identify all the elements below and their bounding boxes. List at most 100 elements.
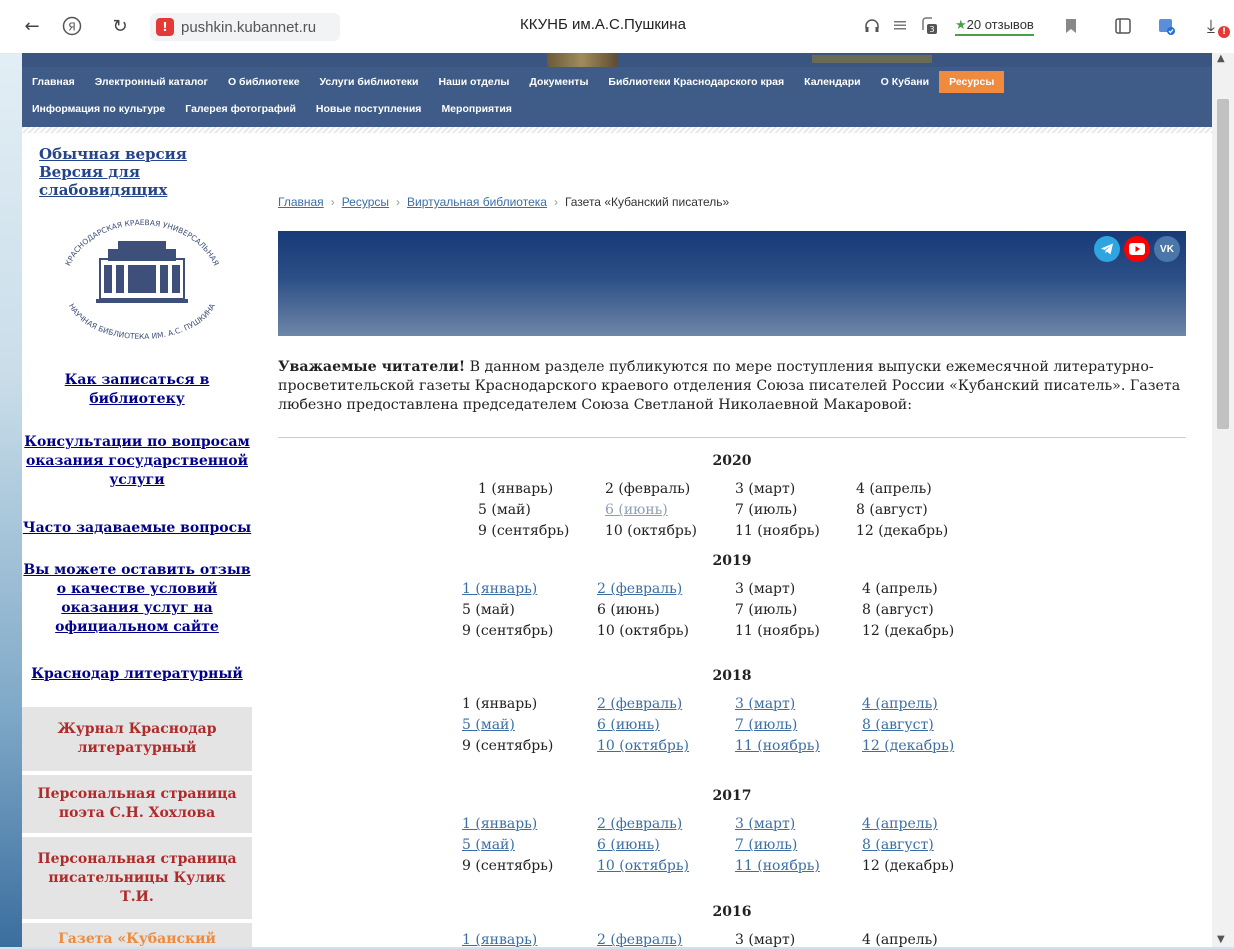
issue-link[interactable]: 3 (март) <box>735 696 795 712</box>
page-scrollbar[interactable]: ▲ ▼ <box>1212 53 1234 947</box>
download-badge: ! <box>1218 26 1230 38</box>
reviews-link[interactable]: ★20 отзывов <box>955 17 1034 36</box>
svg-text:Я: Я <box>68 21 76 34</box>
issue-link[interactable]: 7 (июль) <box>735 837 797 853</box>
issue-link[interactable]: 11 (ноябрь) <box>735 738 820 754</box>
year-heading: 2020 <box>712 453 752 469</box>
nav-item-about[interactable]: О библиотеке <box>218 71 310 93</box>
nav-item-kuban[interactable]: О Кубани <box>871 71 939 93</box>
scroll-up-arrow-icon[interactable]: ▲ <box>1217 53 1225 64</box>
issue-label: 9 (сентябрь) <box>462 623 554 639</box>
nav-item-documents[interactable]: Документы <box>519 71 598 93</box>
headphones-icon[interactable] <box>862 14 882 38</box>
reader-mode-icon[interactable] <box>890 14 910 38</box>
breadcrumb-separator-icon: › <box>330 195 335 209</box>
issue-label: 10 (октябрь) <box>597 623 689 639</box>
intro-paragraph: Уважаемые читатели! В данном разделе пуб… <box>278 358 1188 415</box>
issue-link[interactable]: 2 (февраль) <box>597 696 682 712</box>
feedback-link[interactable]: Вы можете оставить отзыв о качестве усло… <box>22 561 252 637</box>
address-bar[interactable]: ! pushkin.kubannet.ru <box>150 13 340 41</box>
year-heading: 2017 <box>712 788 752 804</box>
telegram-icon[interactable] <box>1094 236 1120 262</box>
issue-link[interactable]: 8 (август) <box>862 837 934 853</box>
nav-item-resources[interactable]: Ресурсы <box>939 71 1005 93</box>
nav-item-home[interactable]: Главная <box>22 71 85 93</box>
library-logo[interactable]: КРАСНОДАРСКАЯ КРАЕВАЯ УНИВЕРСАЛЬНАЯ НАУЧ… <box>52 215 232 345</box>
header-gold-text <box>812 55 932 63</box>
normal-version-link[interactable]: Обычная версия <box>39 145 252 163</box>
reload-icon[interactable]: ↻ <box>108 14 132 38</box>
nav-item-libraries[interactable]: Библиотеки Краснодарского края <box>598 71 794 93</box>
issue-link[interactable]: 11 (ноябрь) <box>735 858 820 874</box>
issue-label: 9 (сентябрь) <box>478 523 570 539</box>
page-content: Обычная версия Версия для слабовидящих К… <box>22 133 1212 948</box>
issue-label: 8 (август) <box>862 602 934 618</box>
nav-item-services[interactable]: Услуги библиотеки <box>310 71 429 93</box>
nav-item-calendars[interactable]: Календари <box>794 71 870 93</box>
issue-link[interactable]: 2 (февраль) <box>597 932 682 948</box>
issue-link[interactable]: 2 (февраль) <box>597 581 682 597</box>
collections-icon[interactable] <box>1112 14 1134 38</box>
section-divider <box>278 437 1186 438</box>
nav-item-events[interactable]: Мероприятия <box>431 98 521 120</box>
krasnodar-literary-link[interactable]: Краснодар литературный <box>22 665 252 684</box>
issue-link[interactable]: 7 (июль) <box>735 717 797 733</box>
sidebar-box-newspaper[interactable]: Газета «Кубанский <box>22 921 252 947</box>
issue-link[interactable]: 8 (август) <box>862 717 934 733</box>
security-warning-icon[interactable]: ! <box>156 18 174 36</box>
issue-label: 3 (март) <box>735 581 796 597</box>
nav-item-new-arrivals[interactable]: Новые поступления <box>306 98 432 120</box>
star-icon: ★ <box>955 17 967 32</box>
issue-link[interactable]: 2 (февраль) <box>597 816 682 832</box>
sidebar-box-journal[interactable]: Журнал Краснодар литературный <box>22 705 252 771</box>
issue-link[interactable]: 1 (январь) <box>462 581 537 597</box>
breadcrumb-home[interactable]: Главная <box>278 195 324 209</box>
issue-link[interactable]: 4 (апрель) <box>862 696 938 712</box>
issue-label: 4 (апрель) <box>856 481 932 497</box>
issue-link[interactable]: 6 (июнь) <box>605 502 668 518</box>
issue-link[interactable]: 10 (октябрь) <box>597 858 689 874</box>
profile-sync-icon[interactable] <box>1155 14 1179 38</box>
issue-link[interactable]: 3 (март) <box>735 816 795 832</box>
breadcrumb-separator-icon: › <box>396 195 401 209</box>
site-navigation: Главная Электронный каталог О библиотеке… <box>22 53 1212 127</box>
issue-label: 3 (март) <box>735 481 796 497</box>
issue-link[interactable]: 1 (январь) <box>462 932 537 948</box>
bookmark-icon[interactable] <box>1063 14 1079 38</box>
low-vision-version-link[interactable]: Версия для слабовидящих <box>39 163 252 199</box>
issue-link[interactable]: 10 (октябрь) <box>597 738 689 754</box>
nav-item-catalog[interactable]: Электронный каталог <box>85 71 218 93</box>
issue-label: 11 (ноябрь) <box>735 523 820 539</box>
yandex-logo-icon[interactable]: Я <box>58 14 86 38</box>
breadcrumb-resources[interactable]: Ресурсы <box>342 195 389 209</box>
issue-link[interactable]: 12 (декабрь) <box>862 738 954 754</box>
nav-item-gallery[interactable]: Галерея фотографий <box>175 98 306 120</box>
tabs-icon[interactable]: 3 <box>918 14 940 38</box>
issue-link[interactable]: 6 (июнь) <box>597 717 660 733</box>
issue-label: 7 (июль) <box>735 602 798 618</box>
signup-link[interactable]: Как записаться в библиотеку <box>22 371 252 409</box>
youtube-icon[interactable] <box>1124 236 1150 262</box>
nav-item-culture-info[interactable]: Информация по культуре <box>22 98 175 120</box>
faq-link[interactable]: Часто задаваемые вопросы <box>22 519 252 538</box>
version-switcher: Обычная версия Версия для слабовидящих <box>39 145 252 199</box>
sidebar-box-khokhlov[interactable]: Персональная страница поэта С.Н. Хохлова <box>22 773 252 833</box>
sidebar-box-kulik[interactable]: Персональная страница писательницы Кулик… <box>22 835 252 919</box>
consultation-link[interactable]: Консультации по вопросам оказания госуда… <box>22 433 252 490</box>
scroll-down-arrow-icon[interactable]: ▼ <box>1217 934 1225 945</box>
issue-link[interactable]: 5 (май) <box>462 717 515 733</box>
nav-item-departments[interactable]: Наши отделы <box>429 71 520 93</box>
issue-link[interactable]: 1 (январь) <box>462 816 537 832</box>
breadcrumb: Главная › Ресурсы › Виртуальная библиотека › Г… <box>278 195 729 209</box>
issue-label: 12 (декабрь) <box>856 523 949 539</box>
back-arrow-icon[interactable]: ← <box>20 14 44 38</box>
scroll-thumb[interactable] <box>1217 99 1229 429</box>
issue-link[interactable]: 5 (май) <box>462 837 515 853</box>
issue-label: 12 (декабрь) <box>862 858 955 874</box>
breadcrumb-virtual-library[interactable]: Виртуальная библиотека <box>407 195 547 209</box>
issue-link[interactable]: 4 (апрель) <box>862 816 938 832</box>
issue-label: 12 (декабрь) <box>862 623 955 639</box>
svg-text:3: 3 <box>929 25 934 34</box>
vk-icon[interactable]: VK <box>1154 236 1180 262</box>
issue-link[interactable]: 6 (июнь) <box>597 837 660 853</box>
